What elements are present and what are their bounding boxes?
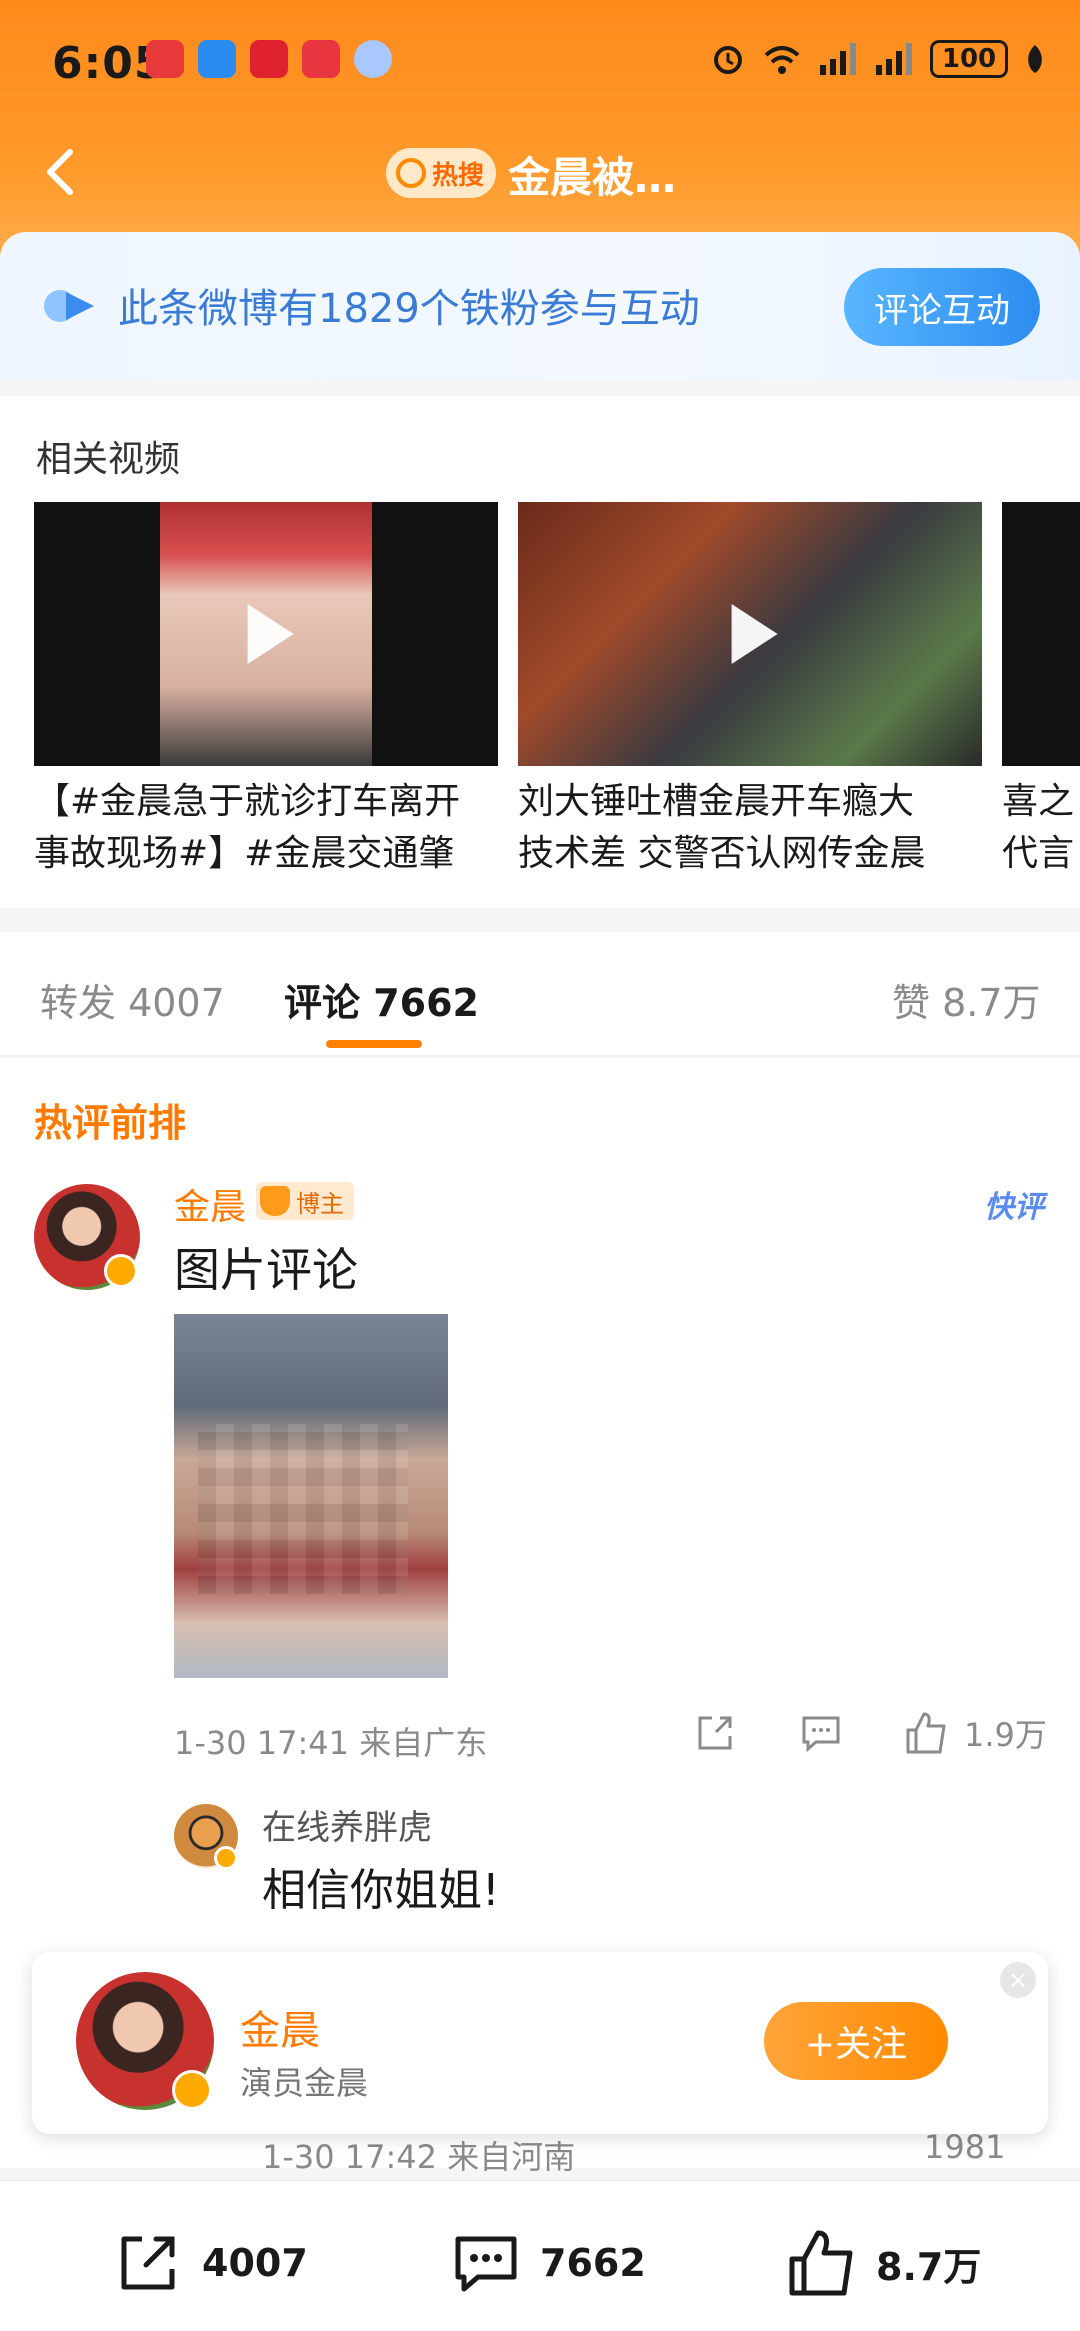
follow-suggestion-card: 金晨 演员金晨 +关注 × (32, 1952, 1048, 2134)
video-card[interactable]: 【#金晨急于就诊打车离开 事故现场#】#金晨交通肇 (34, 502, 498, 880)
related-videos-section: 相关视频 【#金晨急于就诊打车离开 事故现场#】#金晨交通肇 刘大锤吐槽金晨开车… (0, 396, 1080, 908)
follow-button[interactable]: +关注 (764, 2002, 948, 2080)
repost-button[interactable]: 4007 (112, 2227, 308, 2299)
hot-search-label: 热搜 (432, 160, 485, 191)
verified-icon (172, 2070, 212, 2110)
post-tabs: 转发 4007 评论 7662 赞 8.7万 (0, 932, 1080, 1056)
video-caption-line: 刘大锤吐槽金晨开车瘾大 (518, 781, 915, 822)
leaf-icon (1028, 45, 1042, 73)
app-icon-assistant (354, 40, 392, 78)
fans-banner-text: 此条微博有1829个铁粉参与互动 (118, 286, 700, 332)
reply-text: 相信你姐姐! (262, 1865, 500, 1916)
navigation-bar: 热搜 金晨被… 听 (0, 120, 1080, 228)
battery-indicator: 100 (930, 40, 1008, 78)
app-icon-gift (250, 40, 288, 78)
like-count: 8.7万 (876, 2244, 982, 2289)
comment-interact-button[interactable]: 评论互动 (844, 268, 1040, 346)
like-button[interactable]: 1.9万 (904, 1710, 1047, 1756)
comment-author[interactable]: 金晨 (174, 1178, 246, 1230)
thumbs-up-icon (789, 2230, 853, 2296)
like-count: 1.9万 (964, 1716, 1047, 1754)
author-badge-label: 博主 (296, 1189, 344, 1218)
notification-icons (146, 40, 392, 78)
app-icon-huawei (302, 40, 340, 78)
verified-icon (104, 1254, 138, 1288)
video-caption-line: 喜之 (1002, 781, 1075, 822)
close-icon[interactable]: × (1000, 1962, 1036, 1998)
comment-button[interactable]: 7662 (450, 2227, 646, 2299)
video-card[interactable]: 刘大锤吐槽金晨开车瘾大 技术差 交警否认网传金晨 (518, 502, 982, 880)
comment-image[interactable] (174, 1314, 448, 1678)
hot-search-badge[interactable]: 热搜 (386, 148, 497, 198)
signal-icon-1 (820, 43, 856, 75)
share-icon (698, 1716, 732, 1750)
tab-active-indicator (326, 1040, 422, 1048)
thumbs-up-icon (906, 1712, 946, 1754)
video-caption-line: 【#金晨急于就诊打车离开 (34, 781, 461, 822)
follow-card-name[interactable]: 金晨 (240, 1998, 320, 2056)
author-badge: 博主 (256, 1182, 354, 1220)
video-caption[interactable]: 刘大锤吐槽金晨开车瘾大 技术差 交警否认网传金晨 (518, 776, 982, 880)
hot-comments-label: 热评前排 (34, 1101, 187, 1145)
play-icon (247, 604, 294, 664)
video-caption-line: 技术差 交警否认网传金晨 (518, 833, 926, 874)
alarm-icon (714, 46, 742, 74)
wifi-icon (764, 46, 800, 74)
video-caption[interactable]: 【#金晨急于就诊打车离开 事故现场#】#金晨交通肇 (34, 776, 498, 880)
page-title[interactable]: 金晨被… (508, 144, 676, 205)
related-videos-title: 相关视频 (36, 439, 181, 480)
back-icon[interactable] (32, 142, 92, 202)
tab-repost[interactable]: 转发 4007 (40, 972, 225, 1027)
comment-icon (802, 1716, 840, 1753)
share-button[interactable] (694, 1712, 736, 1754)
reply-author[interactable]: 在线养胖虎 (262, 1800, 432, 1849)
video-thumbnail[interactable] (34, 502, 498, 766)
fans-badge-icon (44, 290, 94, 322)
video-thumbnail[interactable] (518, 502, 982, 766)
repost-count: 4007 (202, 2241, 308, 2285)
bottom-action-bar: 4007 7662 8.7万 (0, 2180, 1080, 2331)
video-caption-line: 代言 (1002, 833, 1075, 874)
tab-like[interactable]: 赞 8.7万 (892, 972, 1041, 1027)
verified-icon (214, 1846, 238, 1870)
quick-review-badge: 快评 (984, 1190, 1044, 1225)
share-icon (121, 2236, 175, 2290)
comment-icon (455, 2236, 517, 2292)
follow-card-subtitle: 演员金晨 (240, 2064, 369, 2102)
tab-comment[interactable]: 评论 7662 (284, 972, 479, 1027)
system-indicators: 100 (710, 40, 1046, 78)
search-icon (396, 158, 426, 188)
signal-icon-2 (876, 43, 912, 75)
status-bar: 6:05 100 (0, 0, 1080, 120)
video-caption-line: 事故现场#】#金晨交通肇 (34, 833, 455, 874)
fans-interaction-banner: 此条微博有1829个铁粉参与互动 评论互动 (0, 232, 1080, 380)
reply-button[interactable] (800, 1712, 842, 1754)
crown-icon (260, 1186, 290, 1216)
play-icon (731, 604, 778, 664)
comment-meta: 1-30 17:41 来自广东 (174, 1724, 488, 1762)
comment-text: 图片评论 (174, 1243, 358, 1297)
like-button[interactable]: 8.7万 (786, 2227, 981, 2299)
video-caption[interactable]: 喜之 代言 (1002, 776, 1080, 880)
comment-count: 7662 (540, 2241, 646, 2285)
app-icon-weather (198, 40, 236, 78)
mosaic-blur (198, 1424, 408, 1594)
reply-meta: 1-30 17:42 来自河南 (262, 2138, 576, 2176)
video-thumbnail[interactable] (1002, 502, 1080, 766)
app-icon-xiaohongshu (146, 40, 184, 78)
video-card[interactable]: 喜之 代言 (1002, 502, 1080, 880)
